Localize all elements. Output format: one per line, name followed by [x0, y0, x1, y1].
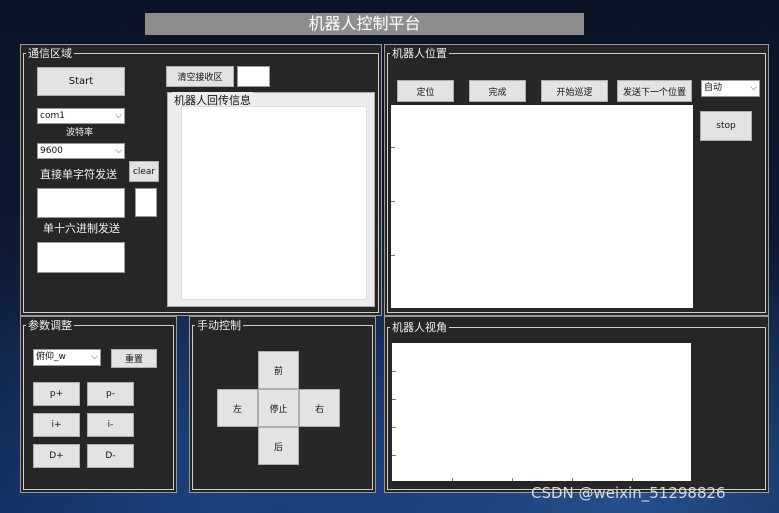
- char-send-label: 直接单字符发送: [40, 168, 117, 181]
- start-patrol-button[interactable]: 开始巡逻: [541, 80, 608, 102]
- d-minus-button[interactable]: D-: [87, 444, 134, 468]
- chevron-down-icon: ⌵: [750, 83, 757, 93]
- p-plus-button[interactable]: p+: [33, 382, 80, 406]
- clear-receive-button[interactable]: 清空接收区: [166, 66, 234, 87]
- char-send-small-box[interactable]: [135, 188, 157, 217]
- start-button[interactable]: Start: [37, 67, 125, 96]
- plot-tick: [392, 399, 396, 400]
- hex-send-input[interactable]: [37, 242, 125, 273]
- finish-button[interactable]: 完成: [469, 80, 526, 102]
- chevron-down-icon: ⌵: [115, 111, 122, 121]
- params-group-title: 参数调整: [26, 319, 74, 332]
- stop-move-button[interactable]: 停止: [258, 389, 299, 427]
- plot-tick: [572, 478, 573, 481]
- stop-button[interactable]: stop: [700, 111, 752, 141]
- param-select-value: 俯仰_w: [36, 352, 66, 362]
- view-plot: [392, 343, 691, 481]
- baud-select-value: 9600: [40, 146, 63, 156]
- plot-tick: [392, 455, 396, 456]
- port-select-value: com1: [40, 111, 65, 121]
- send-next-position-button[interactable]: 发送下一个位置: [617, 80, 692, 102]
- comm-group-title: 通信区域: [26, 47, 74, 60]
- plot-tick: [512, 478, 513, 481]
- locate-button[interactable]: 定位: [397, 80, 454, 102]
- right-button[interactable]: 右: [299, 389, 340, 427]
- chevron-down-icon: ⌵: [115, 146, 122, 156]
- baud-select[interactable]: 9600 ⌵: [37, 143, 125, 159]
- page-title: 机器人控制平台: [145, 13, 584, 35]
- return-info-groupbox: 机器人回传信息: [167, 92, 375, 307]
- view-group-title: 机器人视角: [390, 321, 449, 334]
- forward-button[interactable]: 前: [258, 351, 299, 389]
- plot-tick: [632, 478, 633, 481]
- chevron-down-icon: ⌵: [91, 352, 98, 362]
- port-select[interactable]: com1 ⌵: [37, 108, 125, 124]
- plot-tick: [391, 147, 395, 148]
- param-select[interactable]: 俯仰_w ⌵: [33, 349, 101, 366]
- plot-tick: [392, 427, 396, 428]
- i-plus-button[interactable]: i+: [33, 413, 80, 437]
- watermark-text: CSDN @weixin_51298826: [531, 484, 726, 502]
- position-plot: [391, 105, 693, 308]
- plot-tick: [391, 201, 395, 202]
- return-info-textbox[interactable]: [181, 106, 367, 300]
- receive-count-box: [237, 66, 270, 87]
- plot-tick: [452, 478, 453, 481]
- hex-send-label: 单十六进制发送: [43, 222, 120, 235]
- left-button[interactable]: 左: [217, 389, 258, 427]
- reset-button[interactable]: 重置: [111, 349, 157, 368]
- back-button[interactable]: 后: [258, 427, 299, 465]
- char-send-input[interactable]: [37, 188, 125, 218]
- i-minus-button[interactable]: i-: [87, 413, 134, 437]
- position-group-title: 机器人位置: [390, 47, 449, 60]
- manual-group-title: 手动控制: [195, 319, 243, 332]
- d-plus-button[interactable]: D+: [33, 444, 80, 468]
- plot-tick: [392, 371, 396, 372]
- mode-select[interactable]: 自动 ⌵: [701, 80, 760, 97]
- clear-button[interactable]: clear: [129, 161, 159, 182]
- baud-label: 波特率: [66, 128, 94, 138]
- plot-tick: [391, 255, 395, 256]
- mode-select-value: 自动: [704, 83, 723, 93]
- p-minus-button[interactable]: p-: [87, 382, 134, 406]
